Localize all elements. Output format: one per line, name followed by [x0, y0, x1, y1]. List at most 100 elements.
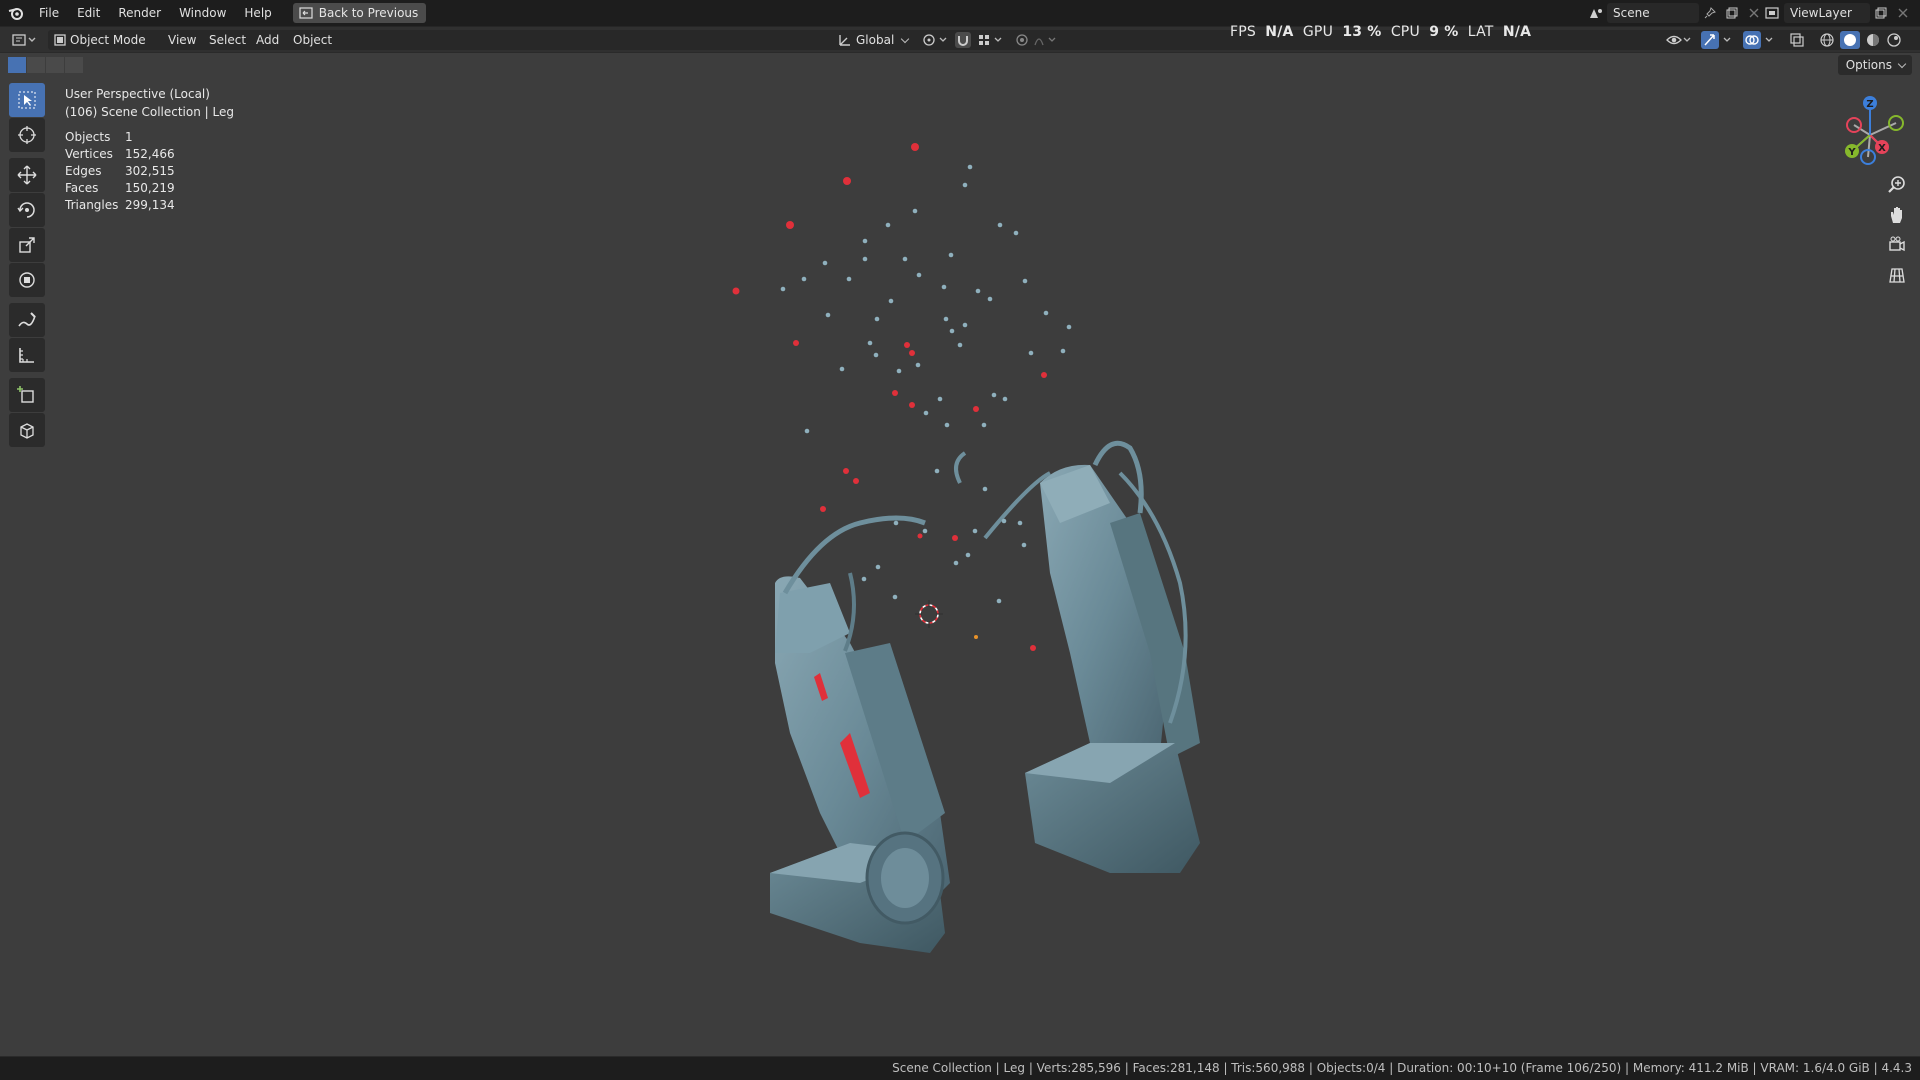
back-to-previous-button[interactable]: Back to Previous	[292, 3, 427, 23]
shading-mode-group	[1818, 30, 1920, 69]
pivot-point-button[interactable]	[920, 30, 950, 50]
magnet-icon	[955, 32, 971, 48]
scale-tool[interactable]	[9, 228, 45, 262]
proportional-edit-button[interactable]	[1013, 30, 1061, 50]
xray-toggle-button[interactable]	[1789, 30, 1805, 50]
overlays-toggle-button[interactable]	[1742, 30, 1776, 50]
gpu-value: 13 %	[1342, 24, 1382, 40]
3d-viewport[interactable]: User Perspective (Local) (106) Scene Col…	[0, 52, 1920, 1057]
pencil-icon	[18, 312, 36, 327]
3d-cursor[interactable]	[915, 600, 943, 628]
select-box-mode[interactable]	[8, 57, 26, 73]
measure-tool[interactable]	[9, 338, 45, 372]
new-scene-icon[interactable]	[1721, 3, 1743, 23]
ruler-icon	[19, 348, 34, 363]
snap-target-button[interactable]	[976, 30, 1006, 50]
pan-button[interactable]	[1883, 201, 1911, 229]
stat-row: Objects 1	[65, 129, 234, 146]
header-menu-object[interactable]: Object	[293, 30, 332, 50]
eye-icon	[1666, 35, 1691, 45]
top-menu-bar: File Edit Render Window Help Back to Pre…	[0, 0, 1920, 26]
menu-file[interactable]: File	[30, 0, 68, 26]
stat-value: 299,134	[125, 198, 175, 212]
zoom-icon	[1888, 176, 1905, 193]
orientation-icon	[839, 35, 850, 46]
snap-grid-icon	[979, 35, 1002, 45]
status-bar-stats: Scene Collection | Leg | Verts:285,596 |…	[892, 1061, 1912, 1075]
camera-icon	[1889, 236, 1905, 252]
gizmo-toggle-button[interactable]	[1700, 30, 1734, 50]
stat-label: Faces	[65, 181, 99, 195]
cursor-arrow-icon	[18, 91, 36, 109]
scene-name-field[interactable]: Scene	[1607, 3, 1699, 23]
select-extend-mode[interactable]	[27, 57, 45, 73]
viewport-header: Object Mode View Select Add Object Globa…	[0, 26, 1920, 69]
menu-window[interactable]: Window	[170, 0, 235, 26]
orientation-label: Global	[856, 33, 895, 47]
new-view-layer-icon[interactable]	[1870, 3, 1892, 23]
editor-type-button[interactable]	[10, 30, 38, 50]
cursor-tool[interactable]	[9, 118, 45, 152]
move-tool[interactable]	[9, 158, 45, 192]
annotate-tool[interactable]	[9, 303, 45, 337]
snap-toggle-button[interactable]	[953, 30, 973, 50]
rendered-shading-icon[interactable]	[1885, 30, 1903, 50]
select-intersect-mode[interactable]	[65, 57, 83, 73]
view-perspective-label: User Perspective (Local)	[65, 87, 210, 101]
visibility-button[interactable]	[1665, 30, 1693, 50]
back-icon	[299, 7, 313, 19]
header-menu-select[interactable]: Select	[209, 30, 246, 50]
menu-help[interactable]: Help	[235, 0, 280, 26]
material-shading-icon[interactable]	[1864, 30, 1882, 50]
camera-view-button[interactable]	[1883, 231, 1911, 259]
scene-icon[interactable]	[1585, 3, 1607, 23]
options-dropdown[interactable]: Options	[1837, 55, 1912, 75]
grid-icon	[1889, 268, 1905, 283]
viewport-info-overlay: User Perspective (Local) (106) Scene Col…	[65, 85, 234, 214]
wireframe-shading-icon[interactable]	[1818, 30, 1836, 50]
solid-shading-icon[interactable]	[1839, 30, 1860, 50]
tool-shelf	[8, 83, 46, 448]
right-leg-mesh[interactable]	[954, 440, 1200, 873]
navigation-gizmo[interactable]: Z X Y	[1828, 95, 1912, 169]
zoom-button[interactable]	[1883, 171, 1911, 199]
particle-system	[732, 143, 1072, 651]
blender-logo-icon[interactable]	[8, 6, 24, 20]
menu-edit[interactable]: Edit	[68, 0, 109, 26]
transform-icon	[19, 272, 35, 288]
menu-render[interactable]: Render	[109, 0, 170, 26]
stat-label: Vertices	[65, 147, 113, 161]
add-cube-tool[interactable]	[9, 378, 45, 412]
header-menu-add[interactable]: Add	[256, 30, 279, 50]
hand-icon	[1891, 207, 1902, 223]
fps-label: FPS	[1230, 24, 1256, 40]
pin-icon[interactable]	[1699, 3, 1721, 23]
add-object-tool[interactable]	[9, 413, 45, 447]
pivot-icon	[923, 34, 947, 46]
navigation-buttons	[1883, 171, 1911, 291]
delete-view-layer-icon[interactable]	[1892, 3, 1914, 23]
proportional-edit-icon	[1016, 34, 1056, 46]
editor-type-icon	[12, 34, 36, 46]
view-layer-field[interactable]: ViewLayer	[1784, 3, 1870, 23]
cpu-value: 9 %	[1429, 24, 1459, 40]
gizmo-z-label: Z	[1866, 99, 1873, 110]
scene-statistics: Objects 1 Vertices 152,466 Edges 302,515 Fa…	[65, 129, 234, 214]
select-tool[interactable]	[9, 83, 45, 117]
gizmo-icon	[1701, 31, 1731, 49]
view-layer-icon[interactable]	[1762, 3, 1784, 23]
projection-toggle-button[interactable]	[1883, 261, 1911, 289]
rotate-tool[interactable]	[9, 193, 45, 227]
mode-label: Object Mode	[70, 33, 146, 47]
back-to-previous-label: Back to Previous	[318, 6, 419, 20]
stat-label: Triangles	[65, 198, 119, 212]
header-menu-view[interactable]: View	[168, 30, 196, 50]
gpu-label: GPU	[1302, 24, 1334, 40]
transform-tool[interactable]	[9, 263, 45, 297]
left-leg-mesh[interactable]	[770, 515, 950, 953]
transform-orientation-dropdown[interactable]: Global	[838, 30, 914, 50]
select-subtract-mode[interactable]	[46, 57, 64, 73]
view-layer-selector: ViewLayer	[1762, 3, 1914, 23]
stat-row: Faces 150,219	[65, 180, 234, 197]
fps-value: N/A	[1265, 24, 1294, 40]
